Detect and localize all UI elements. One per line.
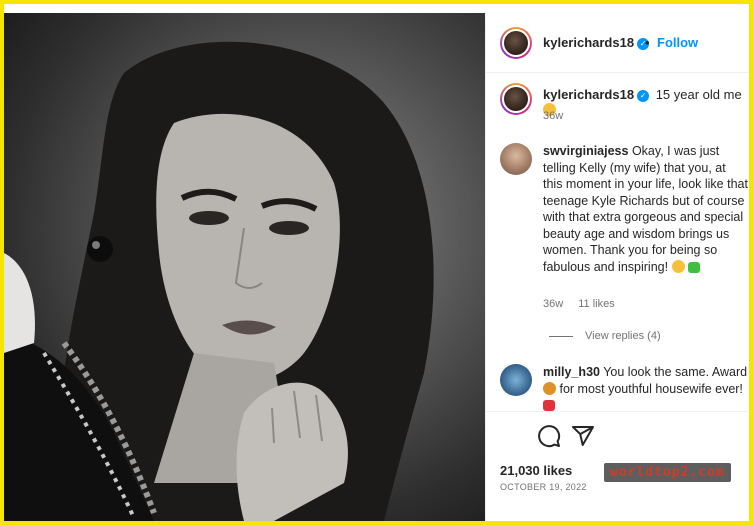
screenshot-frame: kylerichards18 ✓ • Follow kylerichards18 ✓…	[4, 4, 749, 521]
comment-age: 36w	[543, 298, 564, 310]
view-replies-button[interactable]: View replies (4)	[549, 330, 661, 342]
caption-username[interactable]: kylerichards18	[543, 87, 634, 102]
author-username[interactable]: kylerichards18	[543, 35, 634, 50]
comment-meta: 36w 11 likes	[543, 298, 627, 310]
view-replies-label: View replies (4)	[585, 330, 661, 342]
verified-badge-icon: ✓	[637, 89, 650, 102]
comment-item: swvirginiajess Okay, I was just telling …	[543, 143, 748, 275]
comment-username[interactable]: milly_h30	[543, 365, 600, 379]
red-heart-icon	[543, 400, 555, 411]
comment-body: Okay, I was just telling Kelly (my wife)…	[543, 144, 748, 274]
green-heart-icon	[688, 261, 701, 273]
comment-likes[interactable]: 11 likes	[578, 298, 614, 310]
caption: kylerichards18 ✓ 15 year old me	[543, 87, 743, 117]
post-photo[interactable]	[4, 13, 485, 521]
blushing-emoji-icon	[671, 259, 685, 273]
commenter-avatar[interactable]	[500, 143, 532, 175]
follow-button[interactable]: Follow	[657, 35, 698, 50]
divider-line	[549, 335, 573, 337]
comment-username[interactable]: swvirginiajess	[543, 144, 628, 158]
separator-dot: •	[645, 35, 650, 50]
watermark: worldtop2.com	[604, 463, 731, 482]
commenter-avatar[interactable]	[500, 364, 532, 396]
post-sidebar: kylerichards18 ✓ • Follow kylerichards18 ✓…	[485, 13, 749, 521]
caption-avatar[interactable]	[500, 83, 532, 115]
comment-item: milly_h30 You look the same. Award for m…	[543, 364, 748, 414]
author-avatar[interactable]	[500, 27, 532, 59]
likes-count[interactable]: 21,030 likes	[500, 463, 572, 478]
caption-text: 15 year old me	[655, 87, 742, 102]
portrait-image	[4, 41, 434, 521]
comment-body-part1: You look the same. Award	[603, 365, 748, 379]
author-username-row: kylerichards18 ✓	[543, 35, 650, 50]
post-date: OCTOBER 19, 2022	[500, 482, 587, 492]
share-icon[interactable]	[571, 424, 595, 448]
post-header: kylerichards18 ✓ • Follow	[486, 13, 749, 73]
comment-body-part2: for most youthful housewife ever!	[559, 381, 743, 396]
medal-emoji-icon	[543, 381, 556, 395]
caption-age: 36w	[543, 110, 564, 122]
comment-icon[interactable]	[537, 424, 561, 448]
